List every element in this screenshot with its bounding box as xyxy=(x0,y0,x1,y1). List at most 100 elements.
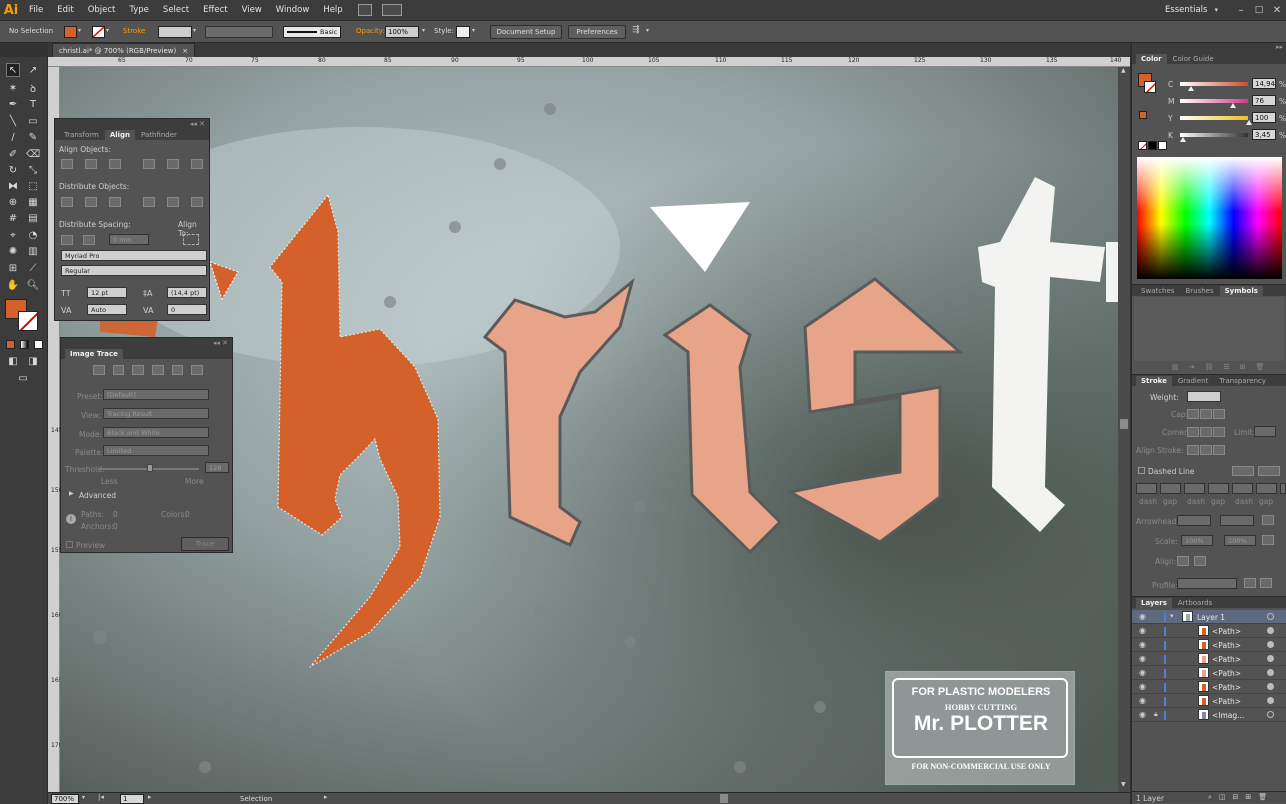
font-style-field[interactable]: Regular xyxy=(61,265,207,276)
visibility-eye-icon[interactable]: ◉ xyxy=(1139,668,1149,678)
color-mode-icon[interactable] xyxy=(6,340,15,349)
layer-row[interactable]: ◉ ▾ Layer 1 xyxy=(1132,610,1286,624)
align-center-stroke-icon[interactable] xyxy=(1187,445,1199,455)
type-tool-icon[interactable]: T xyxy=(26,97,40,111)
target-icon[interactable] xyxy=(1267,697,1274,704)
flip-across-icon[interactable] xyxy=(1260,578,1272,588)
bevel-join-icon[interactable] xyxy=(1213,427,1225,437)
dock-collapse-bar[interactable]: ▸▸ xyxy=(1132,43,1286,53)
color-spectrum[interactable] xyxy=(1137,157,1282,279)
trace-button[interactable]: Trace xyxy=(181,537,229,551)
opacity-chevron-icon[interactable]: ▾ xyxy=(422,27,425,34)
symbol-options-icon[interactable]: ☰ xyxy=(1223,363,1229,371)
lock-icon[interactable]: 🔒︎ xyxy=(1154,710,1158,719)
channel-slider-thumb[interactable] xyxy=(1180,137,1187,142)
sublayer-row[interactable]: ◉ <Path> xyxy=(1132,624,1286,638)
menu-type[interactable]: Type xyxy=(122,5,156,15)
arrange-icon[interactable]: ⇶ xyxy=(632,25,640,35)
mode-dropdown[interactable]: Black and White xyxy=(103,427,209,438)
profile-dropdown[interactable] xyxy=(1177,578,1237,589)
channel-slider-track[interactable] xyxy=(1180,133,1248,137)
palette-dropdown[interactable]: Limited xyxy=(103,445,209,456)
artboard-number-field[interactable]: 1 xyxy=(120,794,144,804)
tab-color-guide[interactable]: Color Guide xyxy=(1168,54,1219,64)
delete-layer-icon[interactable]: 🗑︎ xyxy=(1258,793,1267,802)
visibility-eye-icon[interactable]: ◉ xyxy=(1139,710,1149,720)
draw-behind-icon[interactable]: ◨ xyxy=(26,354,40,368)
leading-field[interactable]: (14,4 pt) xyxy=(167,287,207,298)
font-size-field[interactable]: 12 pt xyxy=(87,287,127,298)
out-of-gamut-swatch[interactable] xyxy=(1139,111,1147,119)
fill-swatch[interactable] xyxy=(64,26,77,38)
target-icon[interactable] xyxy=(1267,669,1274,676)
next-artboard-icon[interactable]: ▸ xyxy=(148,793,152,801)
tab-artboards[interactable]: Artboards xyxy=(1173,598,1217,608)
view-dropdown[interactable]: Tracing Result xyxy=(103,408,209,419)
perspective-grid-tool-icon[interactable]: ▦ xyxy=(26,195,40,209)
target-icon[interactable] xyxy=(1267,711,1274,718)
visibility-eye-icon[interactable]: ◉ xyxy=(1139,626,1149,636)
menu-edit[interactable]: Edit xyxy=(50,5,80,15)
miter-join-icon[interactable] xyxy=(1187,427,1199,437)
dash-gap-field[interactable] xyxy=(1184,483,1205,494)
target-icon[interactable] xyxy=(1267,683,1274,690)
dash-gap-field[interactable] xyxy=(1232,483,1253,494)
new-symbol-icon[interactable]: ⊞ xyxy=(1240,363,1246,371)
auto-color-icon[interactable] xyxy=(93,365,105,375)
make-clipping-mask-icon[interactable]: ◫ xyxy=(1219,793,1226,802)
dash-gap-field[interactable] xyxy=(1160,483,1181,494)
channel-value-field[interactable]: 14,94 xyxy=(1252,78,1276,89)
round-join-icon[interactable] xyxy=(1200,427,1212,437)
place-symbol-icon[interactable]: ⇥ xyxy=(1189,363,1195,371)
outline-icon[interactable] xyxy=(191,365,204,375)
align-panel-titlebar[interactable]: ◂◂ ✕ xyxy=(55,119,209,129)
kerning-field[interactable]: Auto xyxy=(87,304,127,315)
visibility-eye-icon[interactable]: ◉ xyxy=(1139,682,1149,692)
flip-along-icon[interactable] xyxy=(1244,578,1256,588)
distribute-bottom-icon[interactable] xyxy=(109,197,121,207)
arrow-tip-beyond-icon[interactable] xyxy=(1177,556,1189,566)
align-to-selection-icon[interactable] xyxy=(183,234,199,245)
menu-view[interactable]: View xyxy=(235,5,269,15)
menu-file[interactable]: File xyxy=(22,5,50,15)
tracking-field[interactable]: 0 xyxy=(167,304,207,315)
workspace-chevron-icon[interactable]: ▾ xyxy=(1214,6,1218,14)
arrow-tip-at-end-icon[interactable] xyxy=(1194,556,1206,566)
document-setup-button[interactable]: Document Setup xyxy=(490,25,562,39)
visibility-eye-icon[interactable]: ◉ xyxy=(1139,612,1149,622)
tab-stroke[interactable]: Stroke xyxy=(1136,376,1172,386)
tab-swatches[interactable]: Swatches xyxy=(1136,286,1179,296)
screen-mode-icon[interactable]: ▭ xyxy=(16,371,30,385)
vertical-scrollbar[interactable]: ▲ ▼ xyxy=(1118,67,1130,792)
white-swatch[interactable] xyxy=(1158,141,1167,150)
menu-object[interactable]: Object xyxy=(81,5,123,15)
dash-gap-field[interactable] xyxy=(1208,483,1229,494)
channel-value-field[interactable]: 3,45 xyxy=(1252,129,1276,140)
shape-builder-tool-icon[interactable]: ⊕ xyxy=(6,195,20,209)
tab-color[interactable]: Color xyxy=(1136,54,1167,64)
scale-tool-icon[interactable]: ⤡ xyxy=(26,163,40,177)
collapse-layer-icon[interactable]: ▾ xyxy=(1170,612,1174,620)
break-link-icon[interactable]: ⛓ xyxy=(1205,363,1214,371)
line-tool-icon[interactable]: ╲ xyxy=(6,114,20,128)
artboard-tool-icon[interactable]: ⊞ xyxy=(6,261,20,275)
stroke-weight-chevron-icon[interactable]: ▾ xyxy=(193,27,196,34)
high-color-icon[interactable] xyxy=(112,365,125,375)
stroke-color-box[interactable] xyxy=(18,311,38,331)
new-layer-icon[interactable]: ⊞ xyxy=(1245,793,1251,802)
end-scale-field[interactable]: 100% xyxy=(1224,535,1256,546)
preview-checkbox[interactable] xyxy=(66,541,73,548)
tab-symbols[interactable]: Symbols xyxy=(1219,286,1263,296)
zoom-tool-icon[interactable]: 🔍︎ xyxy=(26,278,40,292)
sublayer-row[interactable]: ◉ <Path> xyxy=(1132,666,1286,680)
magic-wand-tool-icon[interactable]: ✶ xyxy=(6,81,20,95)
distribute-left-icon[interactable] xyxy=(143,197,155,207)
advanced-label[interactable]: Advanced xyxy=(79,491,116,500)
bridge-button[interactable] xyxy=(357,4,372,16)
target-icon[interactable] xyxy=(1267,613,1274,620)
dash-gap-field[interactable] xyxy=(1256,483,1277,494)
stroke-label[interactable]: Stroke xyxy=(123,27,145,35)
stroke-weight-field[interactable] xyxy=(158,26,192,38)
document-tab[interactable]: christl.ai* @ 700% (RGB/Preview) × xyxy=(52,43,196,57)
tab-layers[interactable]: Layers xyxy=(1136,598,1172,608)
